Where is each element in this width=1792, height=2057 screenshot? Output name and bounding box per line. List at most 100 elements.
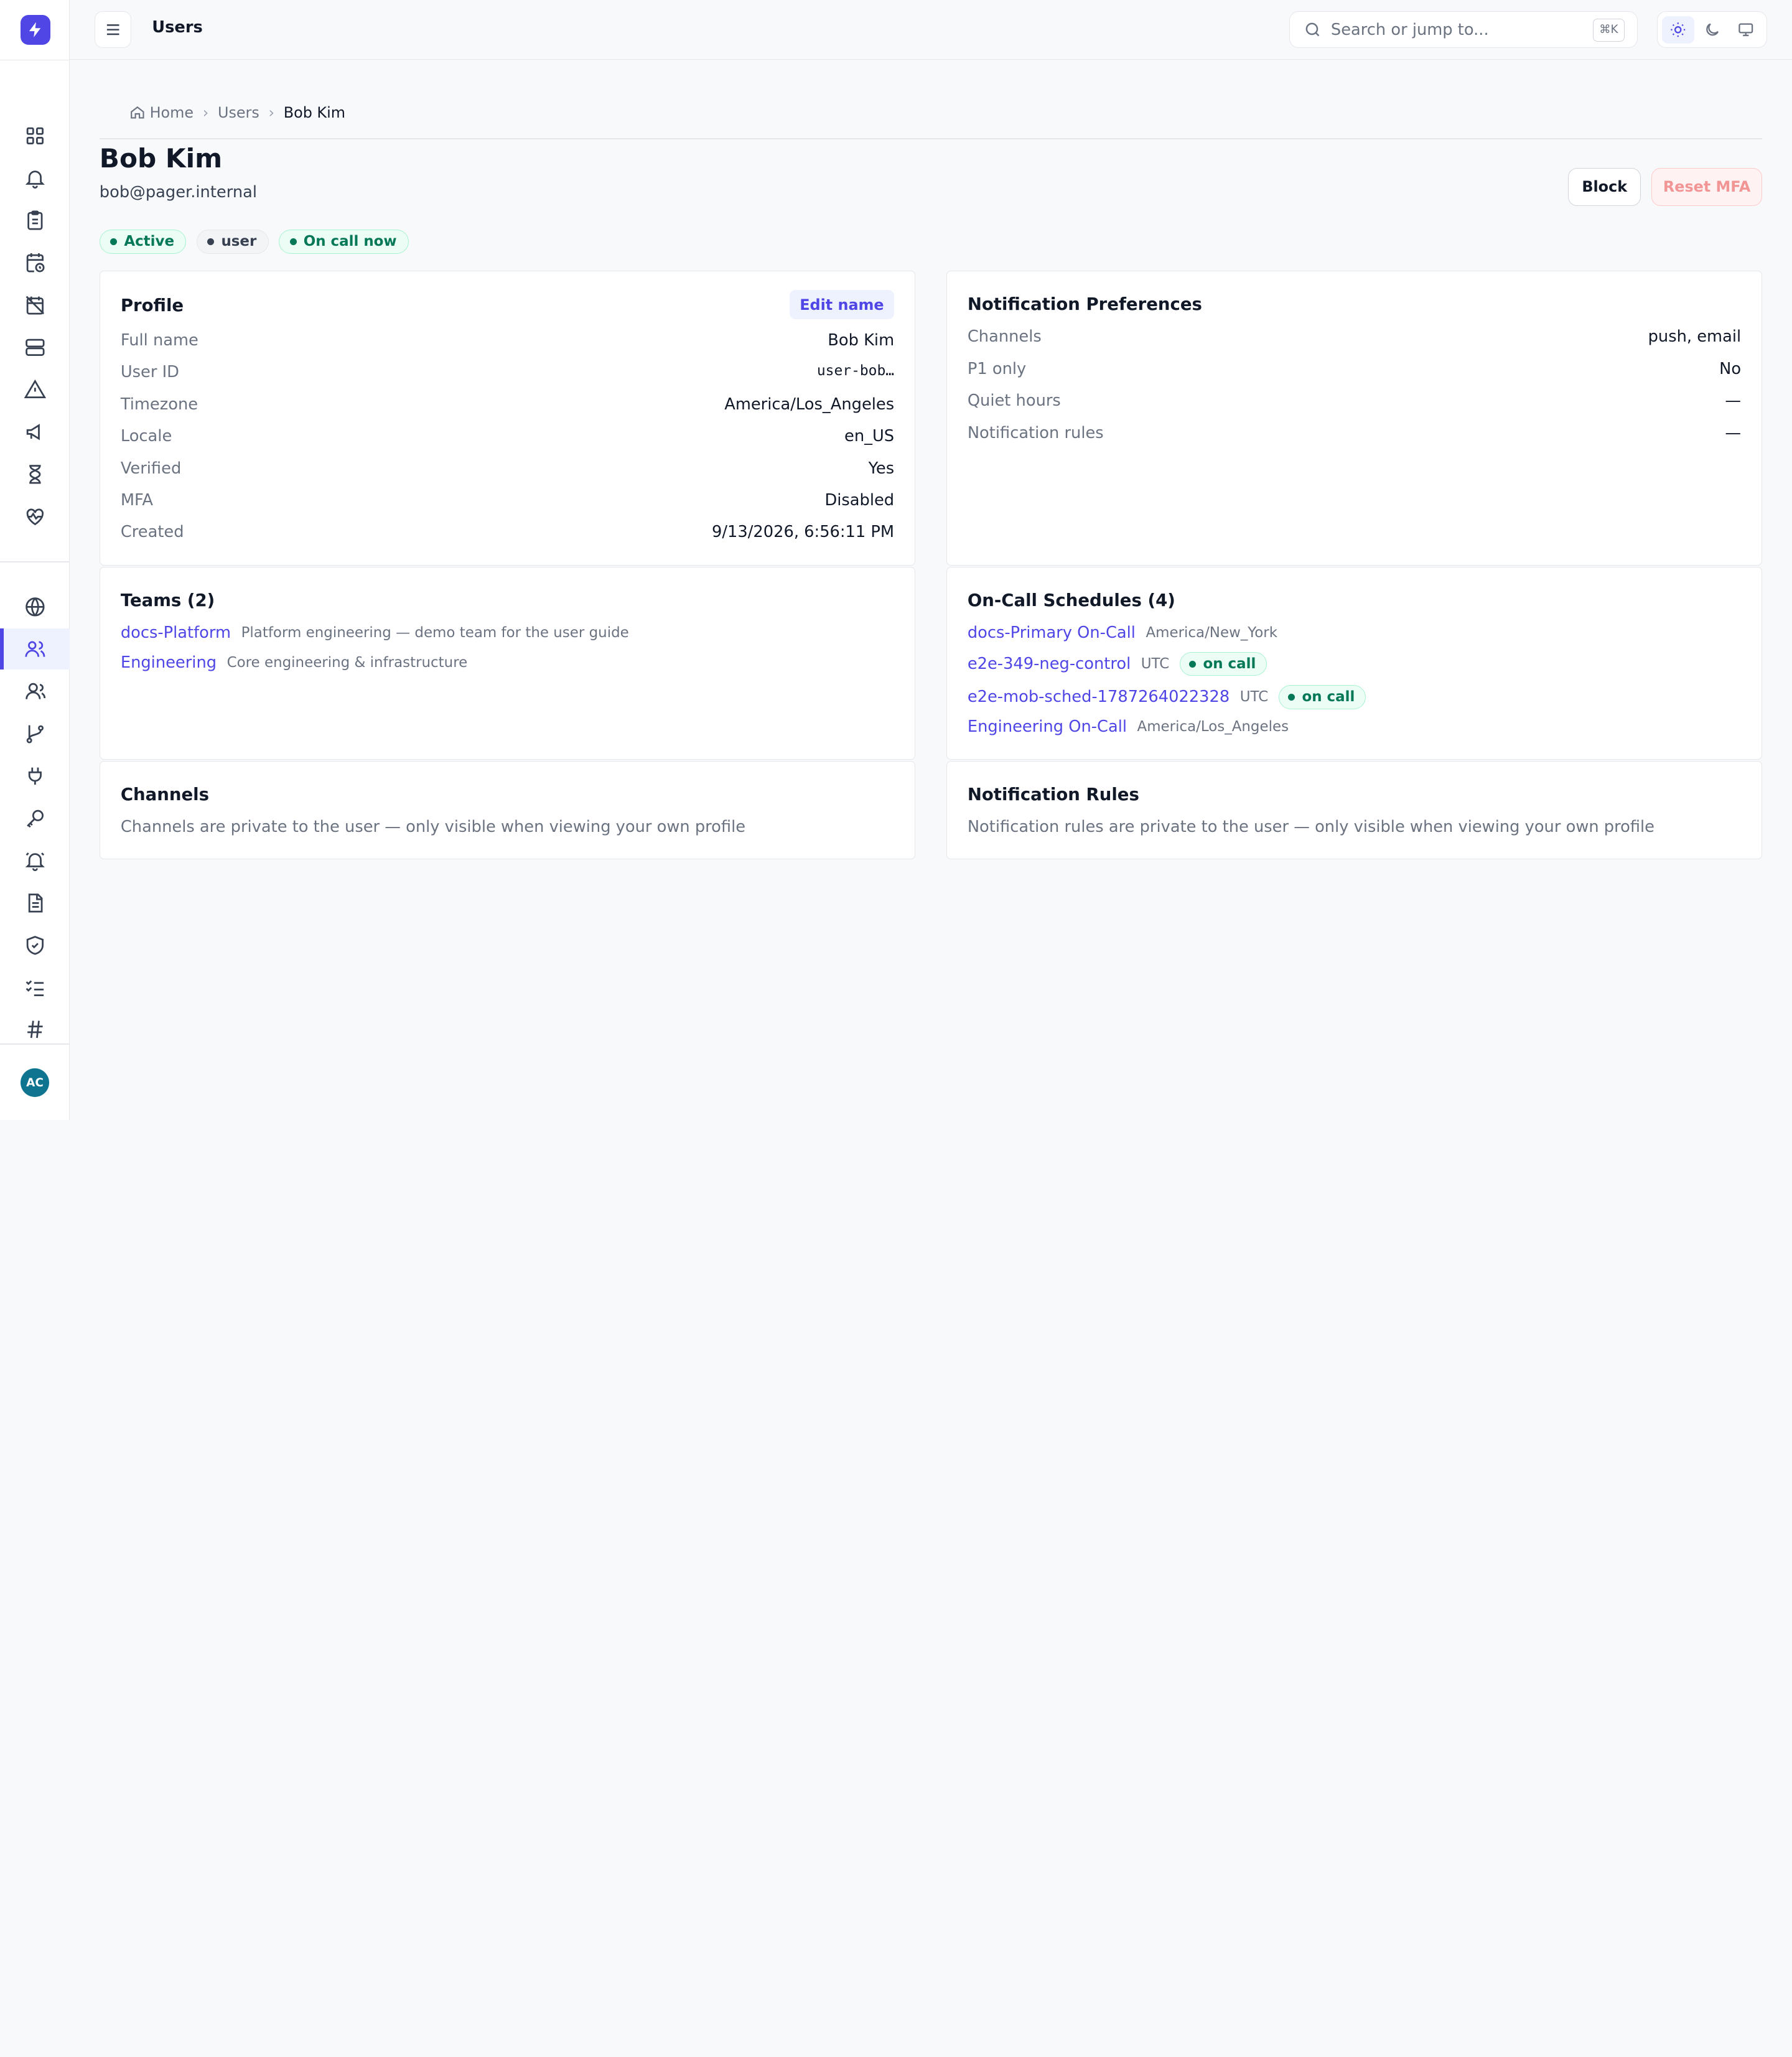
sidebar-item-status-pages[interactable] — [0, 586, 70, 627]
notification-preferences-card: Notification Preferences Channels push, e… — [946, 271, 1763, 566]
edit-name-button[interactable]: Edit name — [789, 289, 895, 320]
profile-row: Full name Bob Kim — [120, 330, 895, 350]
schedule-timezone: UTC — [1141, 656, 1170, 673]
sidebar-item-services[interactable] — [0, 327, 70, 368]
profile-card: Profile Edit name Full name Bob Kim User … — [99, 271, 916, 566]
clipboard-icon — [27, 210, 43, 230]
monitor-icon — [1738, 23, 1753, 37]
reset-mfa-button[interactable]: Reset MFA — [1651, 167, 1763, 206]
chevron-right-icon: › — [202, 104, 209, 122]
team-icon — [25, 683, 45, 699]
top-bar: Users ⌘K — [70, 0, 1792, 60]
warning-triangle-icon — [24, 379, 46, 398]
block-button[interactable]: Block — [1567, 167, 1641, 206]
breadcrumb: Home › Users › Bob Kim — [129, 104, 345, 121]
sidebar-item-timers[interactable] — [0, 454, 70, 495]
plug-icon — [28, 767, 42, 785]
home-icon — [130, 106, 144, 119]
search-box[interactable]: ⌘K — [1289, 11, 1638, 49]
breadcrumb-home[interactable]: Home — [150, 104, 194, 121]
channels-note: Channels are private to the user — only … — [120, 818, 746, 837]
theme-system-button[interactable] — [1730, 16, 1762, 44]
preferences-title: Notification Preferences — [967, 294, 1202, 315]
search-icon — [1305, 22, 1320, 37]
hash-icon — [27, 1020, 43, 1038]
schedule-link[interactable]: Engineering On-Call — [968, 717, 1127, 736]
schedule-timezone: UTC — [1239, 689, 1269, 706]
rules-title: Notification Rules — [967, 784, 1139, 805]
theme-light-button[interactable] — [1662, 16, 1694, 44]
search-input[interactable] — [1330, 20, 1571, 39]
sidebar-item-alerts[interactable] — [0, 157, 70, 198]
schedule-timezone: America/Los_Angeles — [1137, 718, 1289, 735]
schedule-timezone: America/New_York — [1146, 624, 1278, 641]
user-avatar[interactable]: AC — [21, 1068, 49, 1098]
preference-row: P1 only No — [967, 359, 1742, 378]
calendar-off-icon — [26, 296, 44, 315]
team-link[interactable]: docs-Platform — [121, 623, 231, 642]
sidebar-item-api-keys[interactable] — [0, 798, 70, 839]
megaphone-icon — [26, 424, 40, 441]
sidebar-divider — [0, 1043, 70, 1045]
app-logo[interactable] — [21, 14, 50, 45]
sidebar-item-tasks[interactable] — [0, 967, 70, 1008]
bolt-icon — [29, 22, 41, 37]
shield-check-icon — [26, 935, 44, 955]
sidebar-item-users[interactable] — [0, 628, 70, 670]
status-badge: Active — [99, 230, 187, 254]
schedules-title: On-Call Schedules (4) — [967, 590, 1175, 610]
theme-dark-button[interactable] — [1696, 16, 1728, 44]
sidebar-item-dashboard[interactable] — [0, 116, 70, 157]
schedule-link[interactable]: docs-Primary On-Call — [968, 623, 1136, 642]
hamburger-icon — [107, 24, 119, 35]
git-branch-icon — [26, 725, 44, 744]
sidebar-item-reports[interactable] — [0, 882, 70, 923]
sidebar: AC — [0, 0, 70, 1120]
oncall-pill: on call — [1179, 651, 1267, 676]
sidebar-item-incidents[interactable] — [0, 200, 70, 241]
sidebar-item-workflows[interactable] — [0, 713, 70, 754]
heart-pulse-icon — [26, 508, 44, 526]
notification-rules-card: Notification Rules Notification rules ar… — [946, 761, 1763, 860]
sidebar-divider — [0, 59, 70, 61]
sidebar-item-notifications[interactable] — [0, 840, 70, 881]
sidebar-divider — [0, 561, 70, 562]
chevron-right-icon: › — [268, 104, 275, 122]
teams-card: Teams (2) docs-Platform Platform enginee… — [99, 567, 916, 760]
profile-row: Verified Yes — [120, 459, 895, 478]
page-section-title: Users — [152, 18, 203, 37]
user-email: bob@pager.internal — [99, 182, 258, 202]
app-root: AC Users ⌘K Home › Users › — [0, 0, 1792, 1120]
team-description: Core engineering & infrastructure — [226, 654, 468, 671]
rules-note: Notification rules are private to the us… — [967, 818, 1654, 837]
page-title: Bob Kim — [99, 142, 223, 174]
menu-toggle-button[interactable] — [95, 11, 132, 49]
sidebar-item-security[interactable] — [0, 925, 70, 966]
profile-row: Created 9/13/2026, 6:56:11 PM — [120, 523, 895, 542]
team-link[interactable]: Engineering — [121, 653, 217, 672]
profile-row: User ID user-bob… — [120, 363, 895, 382]
sidebar-item-health[interactable] — [0, 496, 70, 537]
key-icon — [26, 809, 44, 828]
sidebar-item-announcements[interactable] — [0, 411, 70, 452]
preference-row: Notification rules — — [967, 423, 1742, 442]
sidebar-item-schedules[interactable] — [0, 242, 70, 283]
schedule-item: e2e-mob-sched-1787264022328 UTC on call — [968, 685, 1366, 709]
sidebar-item-warnings[interactable] — [0, 369, 70, 410]
schedule-link[interactable]: e2e-mob-sched-1787264022328 — [968, 688, 1230, 706]
sidebar-item-teams[interactable] — [0, 671, 70, 712]
schedule-link[interactable]: e2e-349-neg-control — [968, 655, 1131, 673]
preference-row: Channels push, email — [967, 327, 1742, 347]
document-icon — [28, 893, 43, 913]
channels-title: Channels — [120, 784, 209, 805]
profile-row: MFA Disabled — [120, 490, 895, 510]
breadcrumb-users[interactable]: Users — [218, 104, 259, 121]
sidebar-item-maintenance[interactable] — [0, 284, 70, 325]
breadcrumb-divider — [99, 138, 1763, 140]
theme-switcher — [1657, 11, 1767, 49]
sidebar-item-integrations[interactable] — [0, 755, 70, 796]
profile-row: Timezone America/Los_Angeles — [120, 394, 895, 414]
moon-icon — [1706, 23, 1719, 36]
server-icon — [25, 338, 45, 356]
globe-icon — [25, 597, 45, 617]
